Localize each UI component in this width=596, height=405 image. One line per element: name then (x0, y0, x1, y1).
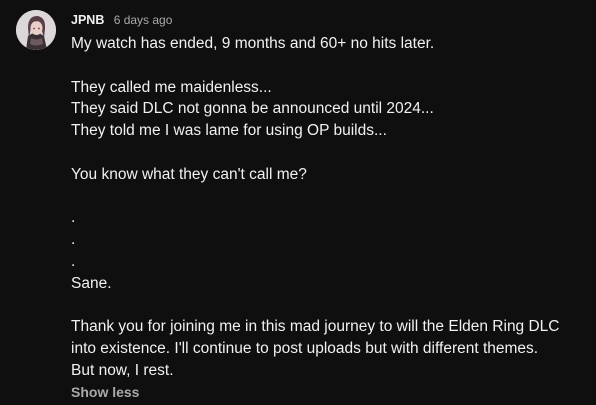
comment-line: Sane. (71, 274, 112, 292)
avatar[interactable] (16, 10, 56, 50)
comment-text: My watch has ended, 9 months and 60+ no … (71, 33, 586, 382)
comment-line: . (71, 231, 76, 249)
comment-body: JPNB 6 days ago My watch has ended, 9 mo… (71, 10, 586, 402)
comment-line (71, 142, 586, 164)
comment-line: . (71, 252, 76, 270)
comment-line: But now, I rest. (71, 361, 174, 379)
comment-line: They called me maidenless... (71, 78, 272, 96)
comment-line: . (71, 209, 76, 227)
comment-line: You know what they can't call me? (71, 165, 307, 183)
comment-line: My watch has ended, 9 months and 60+ no … (71, 35, 435, 52)
comment-line (71, 295, 586, 317)
comment-line: They said DLC not gonna be announced unt… (71, 100, 434, 118)
comment-header: JPNB 6 days ago (71, 10, 586, 30)
author-name[interactable]: JPNB (71, 13, 104, 27)
comment-line (71, 55, 586, 77)
comment-line (71, 186, 586, 208)
avatar-image (16, 10, 56, 50)
comment-timestamp[interactable]: 6 days ago (114, 13, 173, 27)
comment-line: into existence. I'll continue to post up… (71, 340, 539, 358)
comment-line: They told me I was lame for using OP bui… (71, 122, 387, 140)
show-less-button[interactable]: Show less (71, 382, 586, 402)
comment-line: Thank you for joining me in this mad jou… (71, 318, 560, 336)
